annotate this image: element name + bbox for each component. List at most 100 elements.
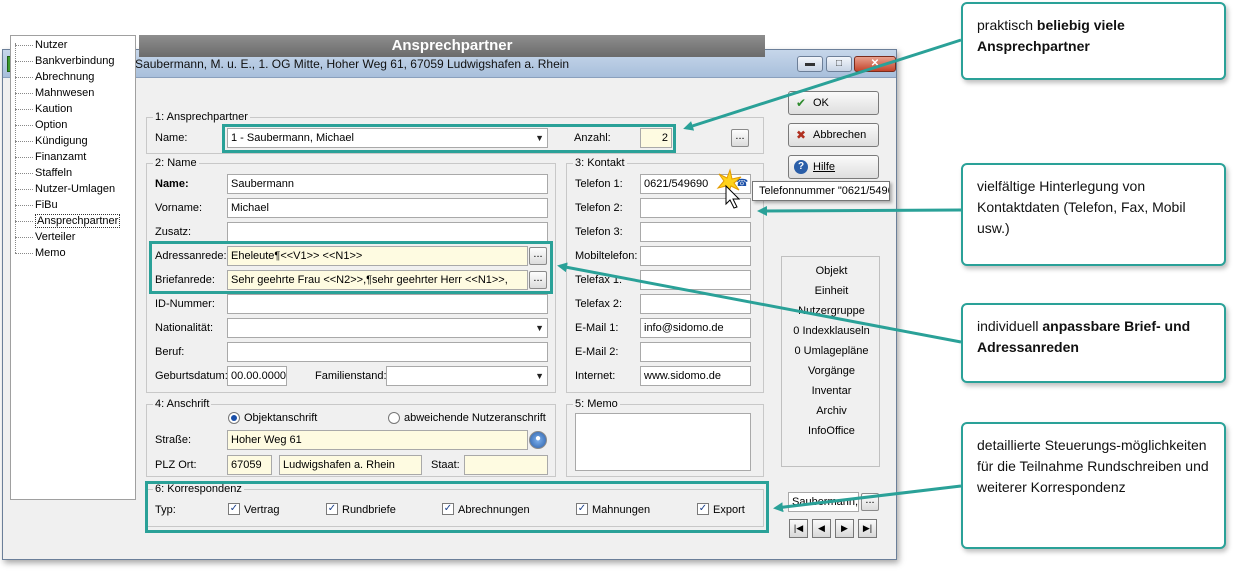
contact-field[interactable] [640,222,751,242]
tree-connector [15,220,33,222]
contact-field[interactable]: www.sidomo.de [640,366,751,386]
help-label: Hilfe [813,161,836,173]
tree-item-label: Mahnwesen [35,87,95,99]
related-links-panel: Objekt Einheit Nutzergruppe 0 Indexklauseln… [781,256,880,467]
tree-item[interactable]: FiBu [15,199,58,214]
related-link[interactable]: Archiv [782,405,881,417]
section-title: 2: Name [153,157,199,169]
callout-correspondence-text: detaillierte Steuerungs-möglichkeiten fü… [977,437,1209,495]
contacts-more-button[interactable]: ... [731,129,749,147]
object-address-radio[interactable] [228,412,240,424]
contact-field[interactable] [640,246,751,266]
tree-connector [15,44,33,46]
section-title: 1: Ansprechpartner [153,111,250,123]
help-button[interactable]: ? Hilfe [788,155,879,179]
contact-field[interactable] [640,270,751,290]
memo-textarea[interactable] [575,413,751,471]
birthdate-field[interactable]: 00.00.0000 [227,366,287,386]
tree-item[interactable]: Nutzer [15,39,67,54]
other-address-label: abweichende Nutzeranschrift [404,412,546,424]
phone-tooltip: Telefonnummer "0621/549690" (0621 549690… [752,181,890,201]
marital-status-select[interactable]: ▼ [386,366,548,386]
contact-label: Internet: [575,370,616,382]
object-address-label: Objektanschrift [244,412,318,424]
tree-item[interactable]: Bankverbindung [15,55,115,70]
contact-field[interactable] [640,294,751,314]
tree-connector [15,60,33,62]
nationality-label: Nationalität: [155,322,214,334]
tree-item[interactable]: Kündigung [15,135,88,150]
profession-field[interactable] [227,342,548,362]
birthdate-label: Geburtsdatum: [155,370,228,382]
tree-item[interactable]: Memo [15,247,66,262]
tree-item[interactable]: Kaution [15,103,72,118]
tree-item-label: Nutzer-Umlagen [35,183,116,195]
record-select-button[interactable]: ... [861,493,879,511]
nationality-select[interactable]: ▼ [227,318,548,338]
tree-item-label: Nutzer [35,39,68,51]
contact-field[interactable] [640,342,751,362]
city-field: Ludwigshafen a. Rhein [279,455,422,475]
state-label: Staat: [431,459,460,471]
related-link[interactable]: Vorgänge [782,365,881,377]
related-link[interactable]: Nutzergruppe [782,305,881,317]
related-link[interactable]: 0 Indexklauseln [782,325,881,337]
profession-label: Beruf: [155,346,185,358]
related-link[interactable]: Objekt [782,265,881,277]
cancel-icon: ✖ [795,128,807,142]
tree-connector [15,124,33,126]
tree-item[interactable]: Finanzamt [15,151,86,166]
callout-contacts: praktisch beliebig viele Ansprechpartner [961,2,1226,80]
street-label: Straße: [155,434,192,446]
highlight-correspondence [145,481,769,533]
nav-prev-button[interactable]: ◀ [812,519,831,538]
nav-first-button[interactable]: |◀ [789,519,808,538]
close-button[interactable]: ✕ [854,56,896,72]
contact-field[interactable]: info@sidomo.de [640,318,751,338]
related-link[interactable]: 0 Umlagepläne [782,345,881,357]
street-field: Hoher Weg 61 [227,430,528,450]
nav-next-button[interactable]: ▶ [835,519,854,538]
tree-item[interactable]: Mahnwesen [15,87,94,102]
related-link[interactable]: Inventar [782,385,881,397]
tree-item[interactable]: Nutzer-Umlagen [15,183,115,198]
contact-label: Mobiltelefon: [575,250,638,262]
id-field[interactable] [227,294,548,314]
cancel-button[interactable]: ✖ Abbrechen [788,123,879,147]
id-label: ID-Nummer: [155,298,215,310]
marital-status-label: Familienstand: [315,370,387,382]
callout-correspondence: detaillierte Steuerungs-möglichkeiten fü… [961,422,1226,549]
tree-item-label: Staffeln [35,167,73,179]
contact-label: E-Mail 1: [575,322,619,334]
firstname-field[interactable]: Michael [227,198,548,218]
globe-icon[interactable]: ● [529,431,547,449]
maximize-button[interactable]: □ [826,56,852,72]
chevron-down-icon: ▼ [535,371,544,381]
suffix-label: Zusatz: [155,226,192,238]
navigation-tree: Nutzer Bankverbindung Abrechnung Mahnwesen K… [10,35,136,500]
tree-item[interactable]: Ansprechpartner [15,214,121,230]
ok-label: OK [813,97,829,109]
nav-last-button[interactable]: ▶| [858,519,877,538]
lastname-field[interactable]: Saubermann [227,174,548,194]
tree-item[interactable]: Option [15,119,67,134]
tree-connector [15,108,33,110]
related-link[interactable]: InfoOffice [782,425,881,437]
contact-label: Telefon 2: [575,202,623,214]
firstname-label: Vorname: [155,202,203,214]
related-link[interactable]: Einheit [782,285,881,297]
tree-item-label: Bankverbindung [35,55,115,67]
tree-item[interactable]: Abrechnung [15,71,94,86]
section-title: 5: Memo [573,398,620,410]
suffix-field[interactable] [227,222,548,242]
ok-button[interactable]: ✔ OK [788,91,879,115]
tree-connector [15,204,33,206]
highlight-contact [222,124,676,153]
other-address-radio[interactable] [388,412,400,424]
tree-item[interactable]: Staffeln [15,167,72,182]
state-field [464,455,548,475]
tree-item[interactable]: Verteiler [15,231,75,246]
minimize-button[interactable]: ▬ [797,56,823,72]
help-icon: ? [794,160,808,174]
name-label: Name: [155,132,188,144]
